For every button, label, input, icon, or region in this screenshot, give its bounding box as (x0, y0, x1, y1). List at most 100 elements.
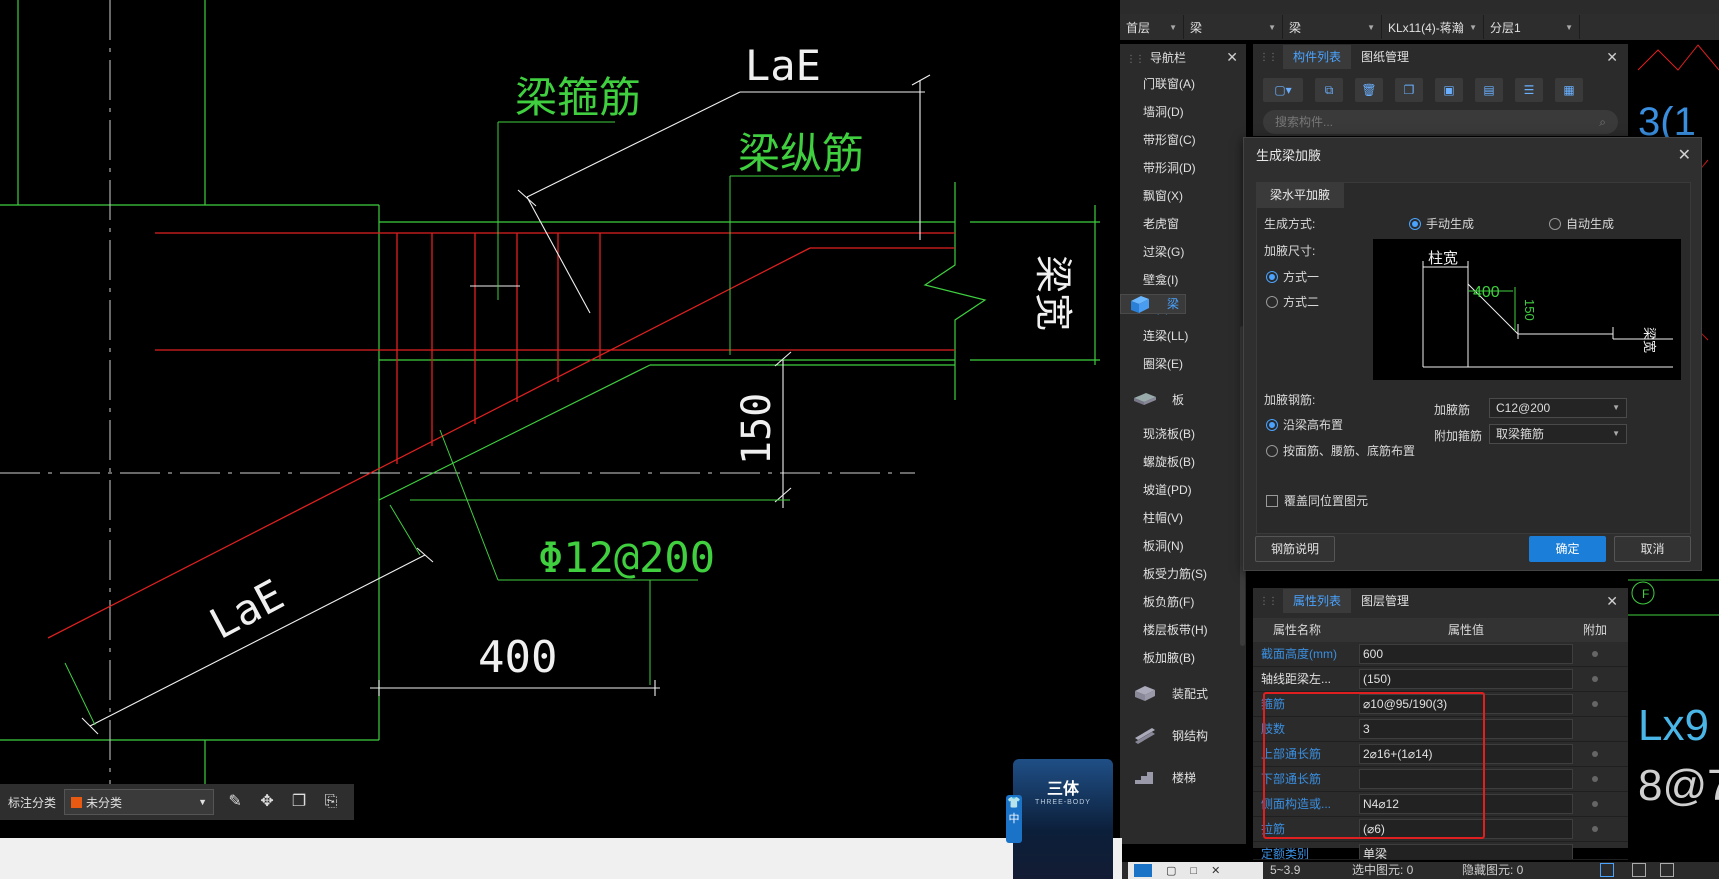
grid-icon[interactable] (1632, 863, 1646, 877)
checkbox-icon[interactable] (1592, 701, 1598, 707)
assembly-icon (1135, 686, 1155, 701)
shirt-icon: 👕 (1007, 797, 1021, 809)
delete-icon[interactable]: 🗑 (1355, 78, 1383, 102)
cad-drawing-canvas[interactable]: LaE 梁箍筋 梁纵筋 梁宽 150 Φ12@200 LaE 400 (0, 0, 1120, 838)
copy-icon[interactable]: ❐ (288, 791, 310, 813)
nav-category-beam[interactable]: 梁 (1120, 294, 1187, 314)
edit-icon[interactable]: ✎ (224, 791, 246, 813)
close-icon[interactable]: ✕ (1678, 138, 1691, 174)
drag-handle-icon[interactable]: ⋮⋮ (1126, 54, 1145, 65)
nav-item[interactable]: 老虎窗 (1120, 210, 1246, 238)
haunch-bar-select[interactable]: C12@200 ▼ (1489, 398, 1627, 418)
copy-icon[interactable]: ⧉ (1315, 78, 1343, 102)
nav-item[interactable]: 板受力筋(S) (1120, 560, 1246, 588)
size-opt1-radio[interactable]: 方式一 (1266, 268, 1319, 285)
checkbox-icon[interactable] (1592, 676, 1598, 682)
drag-handle-icon[interactable]: ⋮⋮ (1259, 596, 1278, 607)
category-dropdown[interactable]: 梁 ▼ (1184, 15, 1283, 39)
nav-item[interactable]: 墙洞(D) (1120, 98, 1246, 126)
rebar-opt2-radio[interactable]: 按面筋、腰筋、底筋布置 (1266, 442, 1415, 459)
size-label: 加腋尺寸: (1264, 244, 1316, 258)
nav-item[interactable]: 坡道(PD) (1120, 476, 1246, 504)
nav-item[interactable]: 板负筋(F) (1120, 588, 1246, 616)
save-template-icon[interactable]: ▣ (1435, 78, 1463, 102)
tab-property-list[interactable]: 属性列表 (1283, 589, 1352, 613)
nav-category-stair[interactable]: 楼梯 (1120, 756, 1246, 798)
drag-handle-icon[interactable]: ⋮⋮ (1259, 52, 1278, 63)
close-icon[interactable]: ✕ (1606, 49, 1618, 66)
move-icon[interactable]: ✥ (256, 791, 278, 813)
annotation-category-select[interactable]: 未分类 ▼ (64, 789, 215, 815)
view-toggle-icon[interactable] (1600, 863, 1614, 877)
gen-manual-radio[interactable]: 手动生成 (1409, 215, 1474, 232)
nav-category-assembly[interactable]: 装配式 (1120, 672, 1246, 714)
checkbox-icon[interactable] (1592, 651, 1598, 657)
nav-item[interactable]: 连梁(LL) (1120, 322, 1246, 350)
extra-stirrup-select[interactable]: 取梁箍筋 ▼ (1489, 424, 1627, 444)
restore-icon[interactable]: ▢ (1166, 864, 1176, 877)
report-icon[interactable]: ▦ (1555, 78, 1583, 102)
search-icon: ⌕ (1599, 115, 1606, 129)
checkbox-icon[interactable] (1592, 801, 1598, 807)
language-badge[interactable]: 👕 中 (1006, 795, 1022, 843)
tab-component-list[interactable]: 构件列表 (1283, 45, 1352, 69)
ok-button[interactable]: 确定 (1529, 536, 1606, 562)
close-icon[interactable]: ✕ (1606, 593, 1618, 610)
color-swatch (71, 796, 83, 808)
table-row: 定额类别 单梁 (1253, 842, 1628, 860)
nav-item[interactable]: 壁龛(I) (1120, 266, 1246, 294)
nav-item[interactable]: 板加腋(B) (1120, 644, 1246, 672)
tab-drawing-manager[interactable]: 图纸管理 (1351, 45, 1419, 69)
nav-category-steel[interactable]: 钢结构 (1120, 714, 1246, 756)
maximize-icon[interactable]: □ (1190, 865, 1197, 877)
type-dropdown[interactable]: 梁 ▼ (1283, 15, 1382, 39)
haunch-preview-diagram: 柱宽 400 150 梁宽 (1373, 239, 1681, 380)
nav-item[interactable]: 楼层板带(H) (1120, 616, 1246, 644)
nav-item[interactable]: 带形洞(D) (1120, 154, 1246, 182)
highlight-box (1263, 692, 1485, 839)
nav-header: ⋮⋮ 导航栏 ✕ (1126, 48, 1238, 66)
cancel-button[interactable]: 取消 (1614, 536, 1691, 562)
rebar-help-button[interactable]: 钢筋说明 (1255, 536, 1335, 562)
nav-item[interactable]: 飘窗(X) (1120, 182, 1246, 210)
nav-item[interactable]: 过梁(G) (1120, 238, 1246, 266)
checkbox-icon[interactable] (1592, 776, 1598, 782)
nav-category-slab[interactable]: 板 (1120, 378, 1246, 420)
nav-item[interactable]: 带形窗(C) (1120, 126, 1246, 154)
promo-banner[interactable]: 三体 THREE-BODY (1013, 759, 1113, 879)
cad-label-stirrup: 梁箍筋 (515, 73, 641, 122)
new-component-icon[interactable]: ▢▾ (1263, 78, 1303, 102)
nav-item[interactable]: 板洞(N) (1120, 532, 1246, 560)
rebar-opt1-radio[interactable]: 沿梁高布置 (1266, 416, 1343, 433)
chevron-down-icon: ▼ (1612, 429, 1620, 438)
chevron-down-icon: ▼ (1169, 22, 1177, 32)
nav-item[interactable]: 门联窗(A) (1120, 70, 1246, 98)
annotation-toolbar: 标注分类 未分类 ▼ ✎ ✥ ❐ ⎘ (0, 784, 354, 820)
import-icon[interactable]: ▤ (1475, 78, 1503, 102)
checkbox-icon[interactable] (1592, 826, 1598, 832)
paste-icon[interactable]: ⎘ (320, 791, 342, 813)
size-opt2-radio[interactable]: 方式二 (1266, 293, 1319, 310)
checkbox-icon[interactable] (1592, 751, 1598, 757)
nav-item[interactable]: 柱帽(V) (1120, 504, 1246, 532)
ortho-icon[interactable] (1660, 863, 1674, 877)
overwrite-checkbox[interactable]: 覆盖同位置图元 (1266, 492, 1368, 509)
component-search-input[interactable]: 搜索构件... ⌕ (1263, 110, 1618, 134)
nav-item[interactable]: 圈梁(E) (1120, 350, 1246, 378)
floor-dropdown[interactable]: 首层 ▼ (1120, 15, 1184, 39)
bottom-strip (0, 838, 1122, 879)
layer-dropdown[interactable]: 分层1 ▼ (1484, 15, 1580, 39)
table-row: 轴线距梁左... (150) (1253, 667, 1628, 692)
close-icon[interactable]: ✕ (1211, 864, 1220, 877)
nav-item[interactable]: 现浇板(B) (1120, 420, 1246, 448)
close-icon[interactable]: ✕ (1226, 49, 1238, 66)
list-icon[interactable]: ☰ (1515, 78, 1543, 102)
tab-horizontal-haunch[interactable]: 梁水平加腋 (1256, 182, 1345, 208)
gen-auto-radio[interactable]: 自动生成 (1549, 215, 1614, 232)
svg-text:150: 150 (1522, 299, 1537, 321)
nav-item[interactable]: 螺旋板(B) (1120, 448, 1246, 476)
gen-mode-label: 生成方式: (1264, 217, 1316, 231)
component-dropdown[interactable]: KLx11(4)-蒋瀚 ▼ (1382, 15, 1484, 39)
layer-copy-icon[interactable]: ❐ (1395, 78, 1423, 102)
tab-layer-manager[interactable]: 图层管理 (1351, 589, 1419, 613)
